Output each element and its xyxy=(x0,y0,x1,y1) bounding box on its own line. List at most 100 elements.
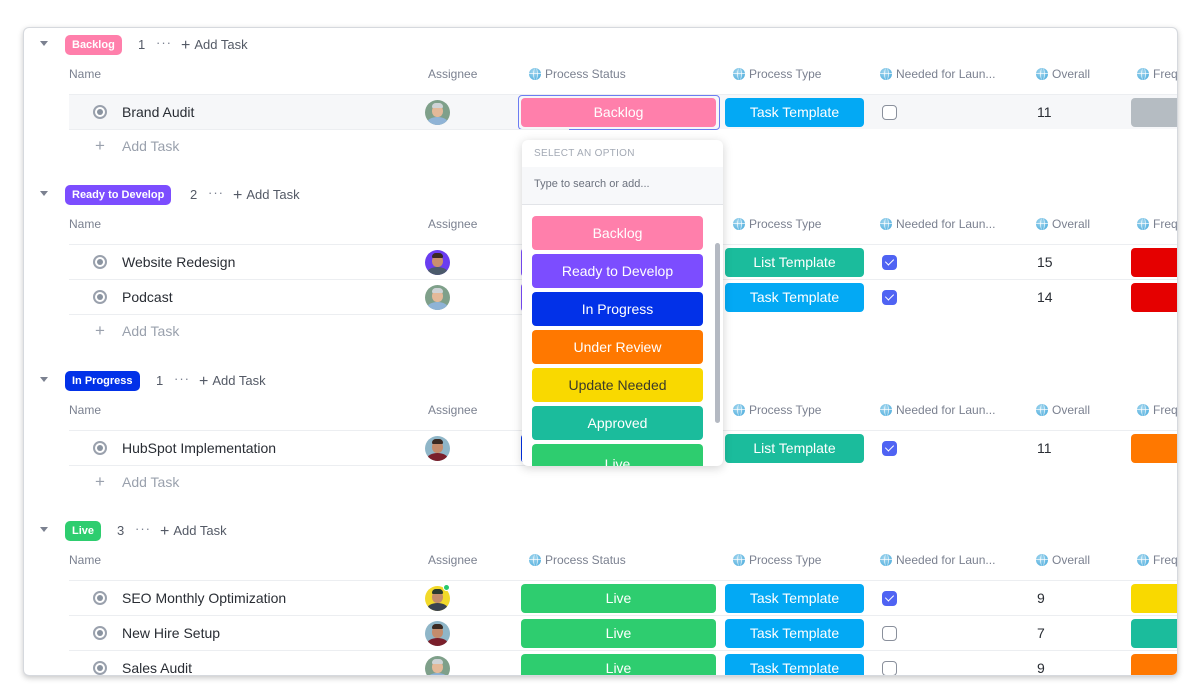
needed-for-launch-checkbox[interactable] xyxy=(882,661,897,675)
column-header-process-type[interactable]: Process Type xyxy=(733,549,821,571)
more-options-icon[interactable]: ··· xyxy=(156,34,172,52)
needed-for-launch-checkbox[interactable] xyxy=(882,591,897,606)
task-row[interactable]: New Hire Setup Live Task Template 7 xyxy=(69,615,1177,650)
process-type-pill[interactable]: List Template xyxy=(725,248,864,277)
task-name[interactable]: HubSpot Implementation xyxy=(122,440,276,456)
task-name[interactable]: Podcast xyxy=(122,289,173,305)
column-header-needed-for-launch[interactable]: Needed for Laun... xyxy=(880,549,995,571)
frequency-pill[interactable] xyxy=(1131,283,1177,312)
process-type-pill[interactable]: Task Template xyxy=(725,98,864,127)
add-task-link[interactable]: Add Task xyxy=(122,323,179,339)
task-status-icon[interactable] xyxy=(93,255,107,269)
task-status-icon[interactable] xyxy=(93,105,107,119)
process-status-pill[interactable]: Live xyxy=(521,584,716,613)
more-options-icon[interactable]: ··· xyxy=(174,370,190,388)
collapse-caret-icon[interactable] xyxy=(40,191,48,196)
task-status-icon[interactable] xyxy=(93,290,107,304)
option-search-input[interactable] xyxy=(534,178,714,190)
column-header-name[interactable]: Name xyxy=(69,213,101,235)
add-task-link[interactable]: Add Task xyxy=(122,138,179,154)
collapse-caret-icon[interactable] xyxy=(40,41,48,46)
group-status-badge[interactable]: Ready to Develop xyxy=(65,185,172,205)
collapse-caret-icon[interactable] xyxy=(40,377,48,382)
column-header-process-type[interactable]: Process Type xyxy=(733,399,821,421)
column-header-process-status[interactable]: Process Status xyxy=(529,63,626,85)
column-header-assignee[interactable]: Assignee xyxy=(428,63,477,85)
column-header-frequency[interactable]: Freq xyxy=(1137,549,1177,571)
group-status-badge[interactable]: In Progress xyxy=(65,371,140,391)
option-backlog[interactable]: Backlog xyxy=(532,216,703,250)
option-in-progress[interactable]: In Progress xyxy=(532,292,703,326)
group-status-badge[interactable]: Backlog xyxy=(65,35,122,55)
frequency-pill[interactable] xyxy=(1131,98,1177,127)
task-name[interactable]: Brand Audit xyxy=(122,104,194,120)
add-task-row[interactable]: + Add Task xyxy=(69,129,569,161)
option-update-needed[interactable]: Update Needed xyxy=(532,368,703,402)
process-status-pill[interactable]: Live xyxy=(521,619,716,648)
column-header-process-status[interactable]: Process Status xyxy=(529,549,626,571)
task-row[interactable]: Sales Audit Live Task Template 9 xyxy=(69,650,1177,675)
group-add-task-button[interactable]: + Add Task xyxy=(199,372,266,391)
frequency-pill[interactable] xyxy=(1131,619,1177,648)
column-header-assignee[interactable]: Assignee xyxy=(428,549,477,571)
dropdown-scrollbar[interactable] xyxy=(715,243,720,423)
option-under-review[interactable]: Under Review xyxy=(532,330,703,364)
column-header-overall[interactable]: Overall xyxy=(1036,549,1090,571)
more-options-icon[interactable]: ··· xyxy=(135,520,151,538)
group-add-task-button[interactable]: + Add Task xyxy=(181,36,248,55)
assignee-avatar[interactable] xyxy=(425,656,450,675)
column-header-frequency[interactable]: Freq xyxy=(1137,213,1177,235)
option-live[interactable]: Live xyxy=(532,444,703,466)
needed-for-launch-checkbox[interactable] xyxy=(882,441,897,456)
task-status-icon[interactable] xyxy=(93,591,107,605)
process-type-pill[interactable]: List Template xyxy=(725,434,864,463)
needed-for-launch-checkbox[interactable] xyxy=(882,626,897,641)
add-task-link[interactable]: Add Task xyxy=(122,474,179,490)
assignee-avatar[interactable] xyxy=(425,285,450,310)
needed-for-launch-checkbox[interactable] xyxy=(882,105,897,120)
task-row[interactable]: Brand Audit Backlog Task Template 11 xyxy=(69,94,1177,130)
group-status-badge[interactable]: Live xyxy=(65,521,102,541)
column-header-needed-for-launch[interactable]: Needed for Laun... xyxy=(880,213,995,235)
collapse-caret-icon[interactable] xyxy=(40,527,48,532)
column-header-overall[interactable]: Overall xyxy=(1036,399,1090,421)
column-header-process-type[interactable]: Process Type xyxy=(733,213,821,235)
more-options-icon[interactable]: ··· xyxy=(208,184,224,202)
column-header-process-type[interactable]: Process Type xyxy=(733,63,821,85)
needed-for-launch-checkbox[interactable] xyxy=(882,255,897,270)
process-status-pill[interactable]: Live xyxy=(521,654,716,675)
group-add-task-button[interactable]: + Add Task xyxy=(160,522,227,541)
column-header-overall[interactable]: Overall xyxy=(1036,63,1090,85)
column-header-frequency[interactable]: Freq xyxy=(1137,399,1177,421)
group-add-task-button[interactable]: + Add Task xyxy=(233,186,300,205)
needed-for-launch-checkbox[interactable] xyxy=(882,290,897,305)
add-task-row[interactable]: + Add Task xyxy=(69,314,569,346)
task-name[interactable]: Website Redesign xyxy=(122,254,235,270)
task-name[interactable]: SEO Monthly Optimization xyxy=(122,590,286,606)
task-status-icon[interactable] xyxy=(93,441,107,455)
task-row[interactable]: SEO Monthly Optimization Live Task Templ… xyxy=(69,580,1177,615)
column-header-name[interactable]: Name xyxy=(69,399,101,421)
process-type-pill[interactable]: Task Template xyxy=(725,654,864,675)
task-name[interactable]: Sales Audit xyxy=(122,660,192,675)
frequency-pill[interactable] xyxy=(1131,584,1177,613)
column-header-assignee[interactable]: Assignee xyxy=(428,399,477,421)
task-name[interactable]: New Hire Setup xyxy=(122,625,220,641)
frequency-pill[interactable] xyxy=(1131,654,1177,675)
assignee-avatar[interactable] xyxy=(425,436,450,461)
frequency-pill[interactable] xyxy=(1131,434,1177,463)
assignee-avatar[interactable] xyxy=(425,100,450,125)
task-status-icon[interactable] xyxy=(93,661,107,675)
task-status-icon[interactable] xyxy=(93,626,107,640)
column-header-name[interactable]: Name xyxy=(69,63,101,85)
assignee-avatar[interactable] xyxy=(425,250,450,275)
column-header-assignee[interactable]: Assignee xyxy=(428,213,477,235)
process-type-pill[interactable]: Task Template xyxy=(725,619,864,648)
column-header-frequency[interactable]: Freq xyxy=(1137,63,1177,85)
process-status-pill[interactable]: Backlog xyxy=(521,98,716,127)
process-type-pill[interactable]: Task Template xyxy=(725,283,864,312)
column-header-needed-for-launch[interactable]: Needed for Laun... xyxy=(880,63,995,85)
option-ready-to-develop[interactable]: Ready to Develop xyxy=(532,254,703,288)
column-header-overall[interactable]: Overall xyxy=(1036,213,1090,235)
column-header-name[interactable]: Name xyxy=(69,549,101,571)
